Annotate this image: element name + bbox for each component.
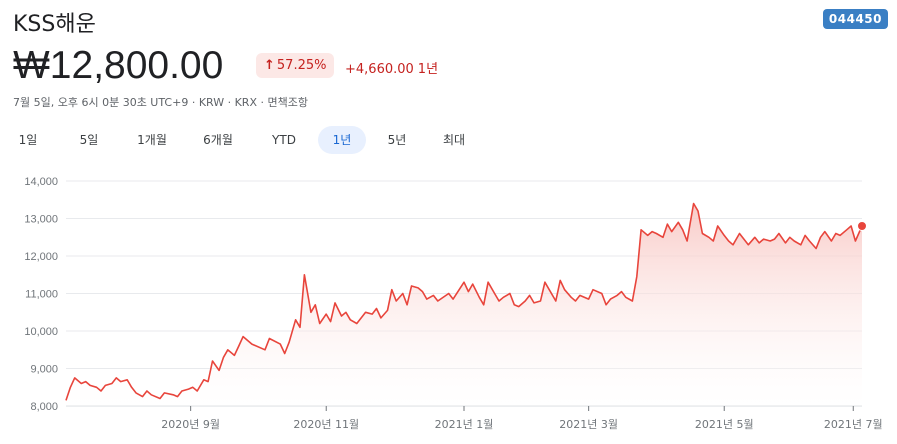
absolute-change: +4,660.00 1년 <box>345 58 438 77</box>
tab-range-2[interactable]: 1개월 <box>127 126 177 154</box>
current-price: ₩12,800.00 <box>13 44 224 87</box>
x-tick-label: 2021년 7월 <box>824 418 883 431</box>
arrow-up-icon: ↑ <box>264 58 275 73</box>
x-tick-label: 2021년 3월 <box>559 418 618 431</box>
x-tick-label: 2020년 9월 <box>161 418 220 431</box>
change-period: 1년 <box>417 62 439 77</box>
quote-meta: 7월 5일, 오후 6시 0분 30초 UTC+9 · KRW · KRX · … <box>13 96 308 109</box>
tab-range-7[interactable]: 최대 <box>431 126 477 154</box>
change-value: +4,660.00 <box>345 62 414 77</box>
tab-range-0[interactable]: 1일 <box>13 126 43 154</box>
tab-range-5[interactable]: 1년 <box>318 126 366 154</box>
x-tick-label: 2021년 1월 <box>435 418 494 431</box>
percent-change: 57.25% <box>276 58 327 73</box>
y-tick-label: 14,000 <box>24 176 58 188</box>
last-price-marker <box>857 221 867 231</box>
x-tick-label: 2021년 5월 <box>695 418 754 431</box>
tab-range-1[interactable]: 5일 <box>69 126 109 154</box>
y-tick-label: 13,000 <box>24 214 58 226</box>
y-tick-label: 12,000 <box>24 251 58 263</box>
ticker-badge[interactable]: 044450 <box>822 9 888 29</box>
price-area-fill <box>66 203 862 406</box>
tab-range-4[interactable]: YTD <box>261 126 307 154</box>
price-chart[interactable]: 8,000 9,000 10,000 11,000 12,000 13,000 14,000… <box>0 164 897 444</box>
percent-change-badge: ↑ 57.25% <box>256 53 335 78</box>
stock-title: KSS해운 <box>13 12 96 37</box>
y-tick-label: 10,000 <box>24 326 58 338</box>
x-tick-label: 2020년 11월 <box>293 418 359 431</box>
y-tick-label: 11,000 <box>25 289 58 301</box>
y-tick-label: 9,000 <box>30 364 58 376</box>
y-tick-label: 8,000 <box>30 401 58 413</box>
tab-range-6[interactable]: 5년 <box>377 126 417 154</box>
tab-range-3[interactable]: 6개월 <box>193 126 243 154</box>
